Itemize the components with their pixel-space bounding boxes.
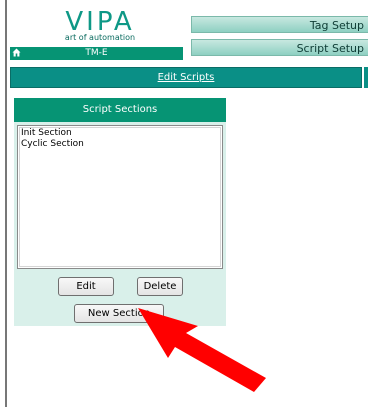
- list-item-init-section[interactable]: Init Section: [20, 128, 220, 139]
- script-sections-list-inner: Init Section Cyclic Section: [19, 127, 221, 267]
- script-sections-panel: Script Sections Init Section Cyclic Sect…: [14, 98, 226, 326]
- tab-script-setup[interactable]: Script Setup: [191, 39, 368, 56]
- script-sections-title: Script Sections: [14, 98, 226, 122]
- red-arrow-icon: [138, 308, 266, 392]
- delete-button[interactable]: Delete: [137, 277, 183, 296]
- edit-button[interactable]: Edit: [58, 277, 114, 296]
- edit-scripts-link[interactable]: Edit Scripts: [158, 72, 215, 83]
- left-border-line: [5, 0, 7, 407]
- list-item-cyclic-section[interactable]: Cyclic Section: [20, 139, 220, 150]
- logo-wordmark: VIPA: [65, 7, 135, 37]
- device-bar: TM-E: [10, 47, 183, 60]
- script-sections-list[interactable]: Init Section Cyclic Section: [17, 125, 223, 269]
- device-label: TM-E: [85, 48, 108, 58]
- edit-scripts-bar: Edit Scripts: [10, 67, 362, 88]
- edit-scripts-bar-edge: [364, 67, 368, 88]
- tab-tag-setup[interactable]: Tag Setup: [191, 16, 368, 33]
- logo-tagline: art of automation: [64, 33, 136, 42]
- vipa-logo: VIPA art of automation: [40, 7, 160, 42]
